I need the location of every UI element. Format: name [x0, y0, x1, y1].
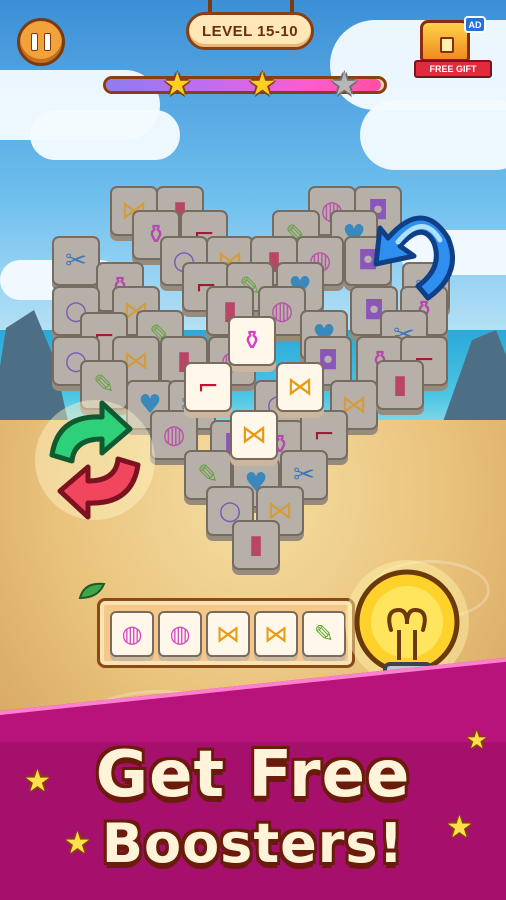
tray-slot: ✎	[302, 611, 346, 657]
mirror-icon: ◍	[121, 620, 143, 648]
perfume-icon: ⚱	[241, 326, 263, 356]
mahjong-tile-open[interactable]: ⋈	[230, 410, 278, 460]
lipstick-icon: ▮	[248, 530, 264, 560]
undo-booster-icon[interactable]	[368, 198, 458, 308]
promo-headline: Get Free	[95, 738, 411, 812]
lipstick-icon: ▮	[392, 370, 408, 400]
shoes-icon: ⌐	[313, 420, 335, 450]
mahjong-tile-open[interactable]: ⋈	[276, 362, 324, 412]
scissors-icon: ✂	[293, 460, 315, 490]
comb-icon: ✎	[197, 460, 219, 490]
mahjong-tile[interactable]: ✂	[52, 236, 100, 286]
tray-slot: ⋈	[254, 611, 298, 657]
mahjong-tile[interactable]: ▮	[232, 520, 280, 570]
tray-slot: ◍	[110, 611, 154, 657]
shuffle-booster-icon[interactable]	[30, 395, 160, 525]
mahjong-tile[interactable]: ▮	[376, 360, 424, 410]
mahjong-tile-open[interactable]: ⌐	[184, 362, 232, 412]
tile-tray: ◍ ◍ ⋈ ⋈ ✎	[97, 598, 355, 668]
mahjong-tile-open[interactable]: ⚱	[228, 316, 276, 366]
tray-slot: ◍	[158, 611, 202, 657]
bow-icon: ⋈	[216, 620, 240, 648]
comb-icon: ✎	[313, 620, 335, 648]
promo-subheadline: Boosters!	[101, 812, 405, 875]
shoes-icon: ⌐	[197, 372, 219, 402]
scissors-icon: ✂	[65, 246, 87, 276]
bow-icon: ⋈	[264, 620, 288, 648]
mirror-icon: ◍	[169, 620, 191, 648]
bow-icon: ⋈	[241, 420, 267, 450]
leaf-icon	[78, 582, 106, 600]
tray-slot: ⋈	[206, 611, 250, 657]
mirror-icon: ◍	[162, 420, 186, 450]
bow-icon: ⋈	[287, 372, 313, 402]
